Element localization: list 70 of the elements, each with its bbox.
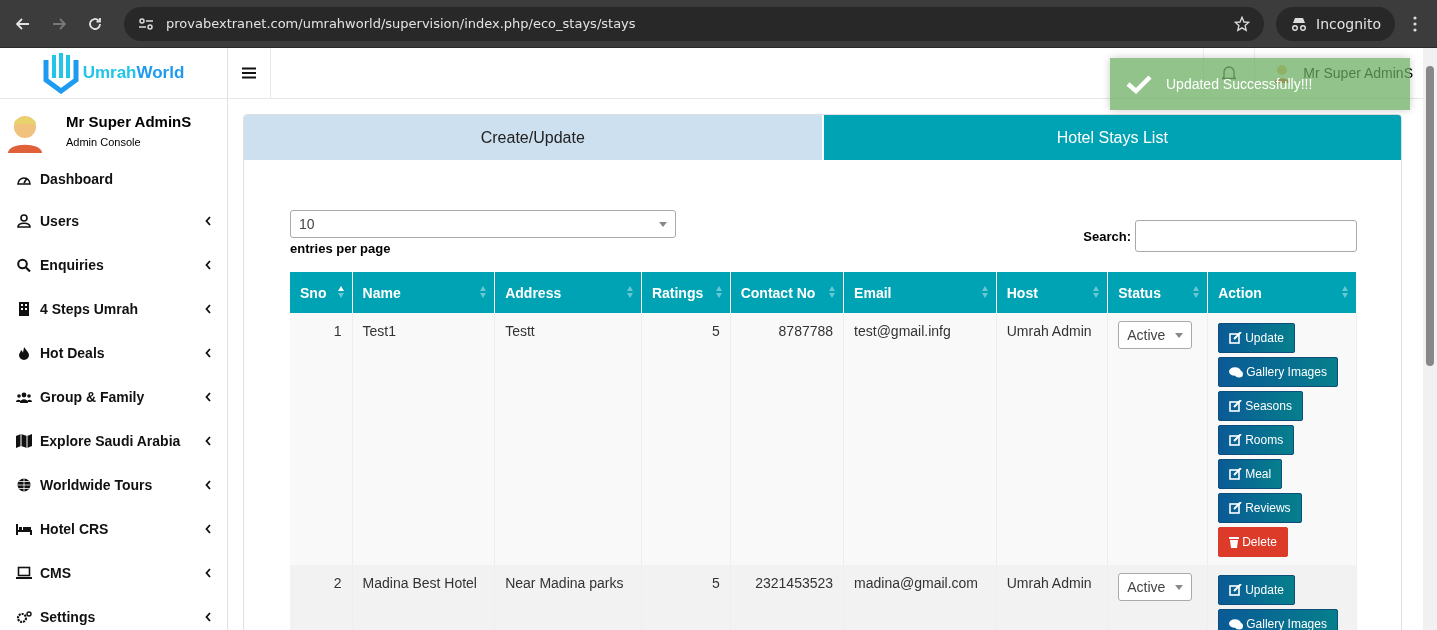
site-info-icon[interactable]: [138, 16, 154, 31]
edit-button[interactable]: Reviews: [1218, 493, 1302, 523]
dropdown-caret-icon: [1175, 332, 1184, 338]
address-bar[interactable]: provabextranet.com/umrahworld/supervision/index.php/eco_stays/stays: [124, 6, 1265, 41]
edit-icon: [1229, 400, 1243, 412]
entries-label: entries per page: [290, 241, 392, 256]
tab[interactable]: Create/Update: [244, 115, 822, 160]
entries-select[interactable]: 10: [290, 210, 676, 238]
table-cell: Near Madina parks: [494, 565, 642, 630]
edit-icon: [1229, 584, 1243, 596]
gears-icon: [16, 610, 32, 624]
logo-icon: [42, 52, 79, 94]
sidebar-item[interactable]: 4 Steps Umrah: [0, 287, 227, 331]
sidebar-item[interactable]: Explore Saudi Arabia: [0, 419, 227, 463]
table-cell: madina@gmail.com: [843, 565, 997, 630]
bookmark-star-icon[interactable]: [1234, 15, 1251, 32]
table-cell: 2321453523: [730, 565, 844, 630]
dropdown-caret-icon: [659, 221, 667, 227]
bed-icon: [16, 522, 32, 536]
status-select[interactable]: Active: [1118, 573, 1193, 601]
chat-bubbles-icon: [1229, 366, 1244, 378]
people-icon: [16, 390, 32, 404]
edit-icon: [1229, 332, 1243, 344]
table-cell: Umrah Admin: [996, 565, 1108, 630]
chat-bubbles-icon: [1229, 618, 1244, 630]
scrollbar-thumb[interactable]: [1426, 66, 1434, 366]
logo-text: UmrahWorld: [82, 63, 185, 83]
edit-button[interactable]: Update: [1218, 575, 1295, 605]
edit-icon: [1229, 502, 1243, 514]
edit-button[interactable]: Rooms: [1218, 425, 1295, 455]
user-name: Mr Super AdminS: [66, 113, 192, 130]
flame-icon: [16, 346, 32, 360]
sidebar-item[interactable]: CMS: [0, 551, 227, 595]
user-role: Admin Console: [66, 136, 142, 148]
search-field[interactable]: [1135, 220, 1357, 252]
gallery-button[interactable]: Gallery Images: [1218, 609, 1338, 630]
building-icon: [16, 302, 32, 316]
table-cell: 2: [290, 565, 353, 630]
trash-icon: [1229, 536, 1240, 548]
edit-icon: [1229, 468, 1243, 480]
edit-button[interactable]: Update: [1218, 323, 1295, 353]
checkmark-icon: [1126, 74, 1152, 94]
delete-button[interactable]: Delete: [1218, 527, 1288, 557]
user-icon: [16, 214, 32, 228]
search-icon: [16, 258, 32, 272]
edit-button[interactable]: Seasons: [1218, 391, 1303, 421]
sidebar-item[interactable]: Settings: [0, 595, 227, 630]
table-cell: Madina Best Hotel: [352, 565, 495, 630]
edit-button[interactable]: Meal: [1218, 459, 1283, 489]
sidebar-item[interactable]: Worldwide Tours: [0, 463, 227, 507]
sidebar-item[interactable]: Users: [0, 199, 227, 243]
dropdown-caret-icon: [1175, 584, 1184, 590]
search-label: Search:: [1083, 228, 1131, 244]
gallery-button[interactable]: Gallery Images: [1218, 357, 1338, 387]
sidebar-item[interactable]: Hotel CRS: [0, 507, 227, 551]
laptop-icon: [16, 566, 32, 580]
url-text: provabextranet.com/umrahworld/supervision/index.php/eco_stays/stays: [166, 16, 637, 31]
sidebar-item[interactable]: Dashboard: [0, 159, 227, 199]
sidebar-item[interactable]: Enquiries: [0, 243, 227, 287]
incognito-button[interactable]: Incognito: [1276, 6, 1395, 41]
map-icon: [16, 434, 32, 448]
toast-message: Updated Successfully!!!: [1166, 76, 1313, 92]
incognito-icon: [1290, 16, 1309, 31]
menu-icon[interactable]: [1413, 15, 1417, 32]
edit-icon: [1229, 434, 1243, 446]
status-select[interactable]: Active: [1118, 321, 1193, 349]
sidebar-item[interactable]: Group & Family: [0, 375, 227, 419]
globe-icon: [16, 478, 32, 492]
sidebar-item[interactable]: Hot Deals: [0, 331, 227, 375]
table-cell: 5: [641, 565, 731, 630]
